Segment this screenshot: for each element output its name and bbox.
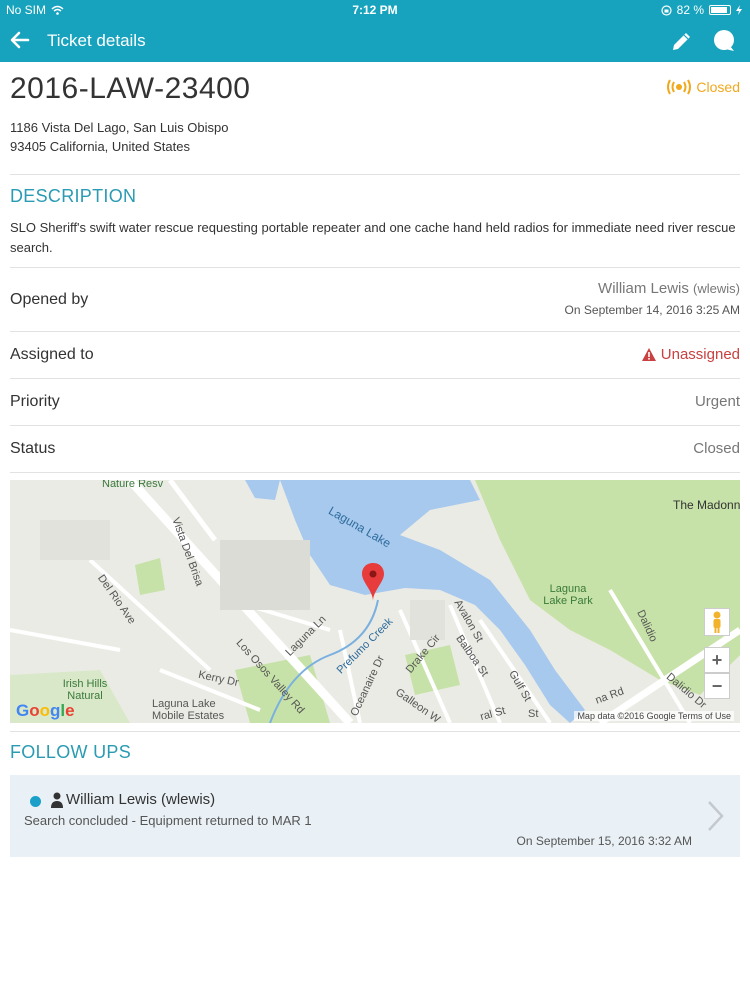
description-heading: DESCRIPTION <box>10 186 137 206</box>
status-badge: Closed <box>666 79 740 95</box>
app-bar-title: Ticket details <box>47 31 146 50</box>
warning-icon <box>641 348 656 361</box>
divider <box>10 267 740 268</box>
street-view-pegman-icon[interactable] <box>704 608 730 636</box>
divider <box>10 378 740 379</box>
description-text: SLO Sheriff's swift water rescue request… <box>10 220 736 255</box>
map-label: Irish Hills Natural <box>62 678 108 702</box>
status-value[interactable]: Closed <box>693 440 740 457</box>
broadcast-icon <box>667 79 692 95</box>
map-label: Laguna Lake Park <box>543 583 593 607</box>
unread-dot <box>30 796 41 807</box>
location-map[interactable]: Nature Resv Vista Del Brisa Del Rio Ave … <box>10 480 740 723</box>
divider <box>10 425 740 426</box>
comment-icon[interactable] <box>711 28 737 54</box>
map-pin-icon[interactable] <box>362 563 384 601</box>
map-label: Nature Resv <box>102 480 164 490</box>
divider <box>10 174 740 175</box>
assigned-to-text: Unassigned <box>660 346 740 363</box>
ticket-id: 2016-LAW-23400 <box>10 72 251 105</box>
opened-date: On September 14, 2016 3:25 AM <box>564 303 740 317</box>
clock: 7:12 PM <box>352 3 398 17</box>
zoom-in-button[interactable]: + <box>704 647 730 673</box>
assigned-to-value[interactable]: Unassigned <box>641 346 740 363</box>
followup-author: William Lewis (wlewis) <box>66 791 216 808</box>
followup-item[interactable]: William Lewis (wlewis) Search concluded … <box>10 775 740 857</box>
battery-icon <box>709 5 731 15</box>
followups-heading: FOLLOW UPS <box>10 742 132 762</box>
map-label: Laguna Lake Mobile Estates <box>152 698 225 722</box>
ticket-address: 1186 Vista Del Lago, San Luis Obispo 934… <box>10 118 229 156</box>
chevron-right-icon <box>708 801 724 831</box>
assigned-to-label: Assigned to <box>10 346 94 363</box>
person-icon <box>51 792 63 808</box>
divider <box>10 731 740 732</box>
status-bar: No SIM 7:12 PM 82 % <box>0 0 750 20</box>
followup-text: Search concluded - Equipment returned to… <box>24 813 312 828</box>
back-arrow-icon[interactable] <box>8 28 32 52</box>
priority-label: Priority <box>10 393 60 410</box>
zoom-out-button[interactable]: − <box>704 673 730 699</box>
opened-by-label: Opened by <box>10 291 89 308</box>
opened-by-name: William Lewis <box>598 280 689 297</box>
priority-value[interactable]: Urgent <box>695 393 740 410</box>
divider <box>10 331 740 332</box>
google-logo: Google <box>16 701 75 720</box>
divider <box>10 472 740 473</box>
battery-percent: 82 % <box>676 3 704 17</box>
opened-by-user[interactable]: William Lewis (wlewis) <box>598 280 740 297</box>
status-label: Status <box>10 440 56 457</box>
map-label: The Madonn <box>673 498 740 512</box>
map-label: St <box>528 708 539 720</box>
charging-icon <box>736 5 742 15</box>
address-line-2: 93405 California, United States <box>10 139 190 154</box>
opened-by-handle: (wlewis) <box>693 281 740 296</box>
app-bar: Ticket details <box>0 20 750 62</box>
status-badge-label: Closed <box>696 79 740 95</box>
address-line-1: 1186 Vista Del Lago, San Luis Obispo <box>10 120 229 135</box>
edit-pencil-icon[interactable] <box>670 29 694 53</box>
rotation-lock-icon <box>661 4 672 16</box>
followup-date: On September 15, 2016 3:32 AM <box>516 834 692 848</box>
map-attribution[interactable]: Map data ©2016 Google Terms of Use <box>574 711 734 721</box>
